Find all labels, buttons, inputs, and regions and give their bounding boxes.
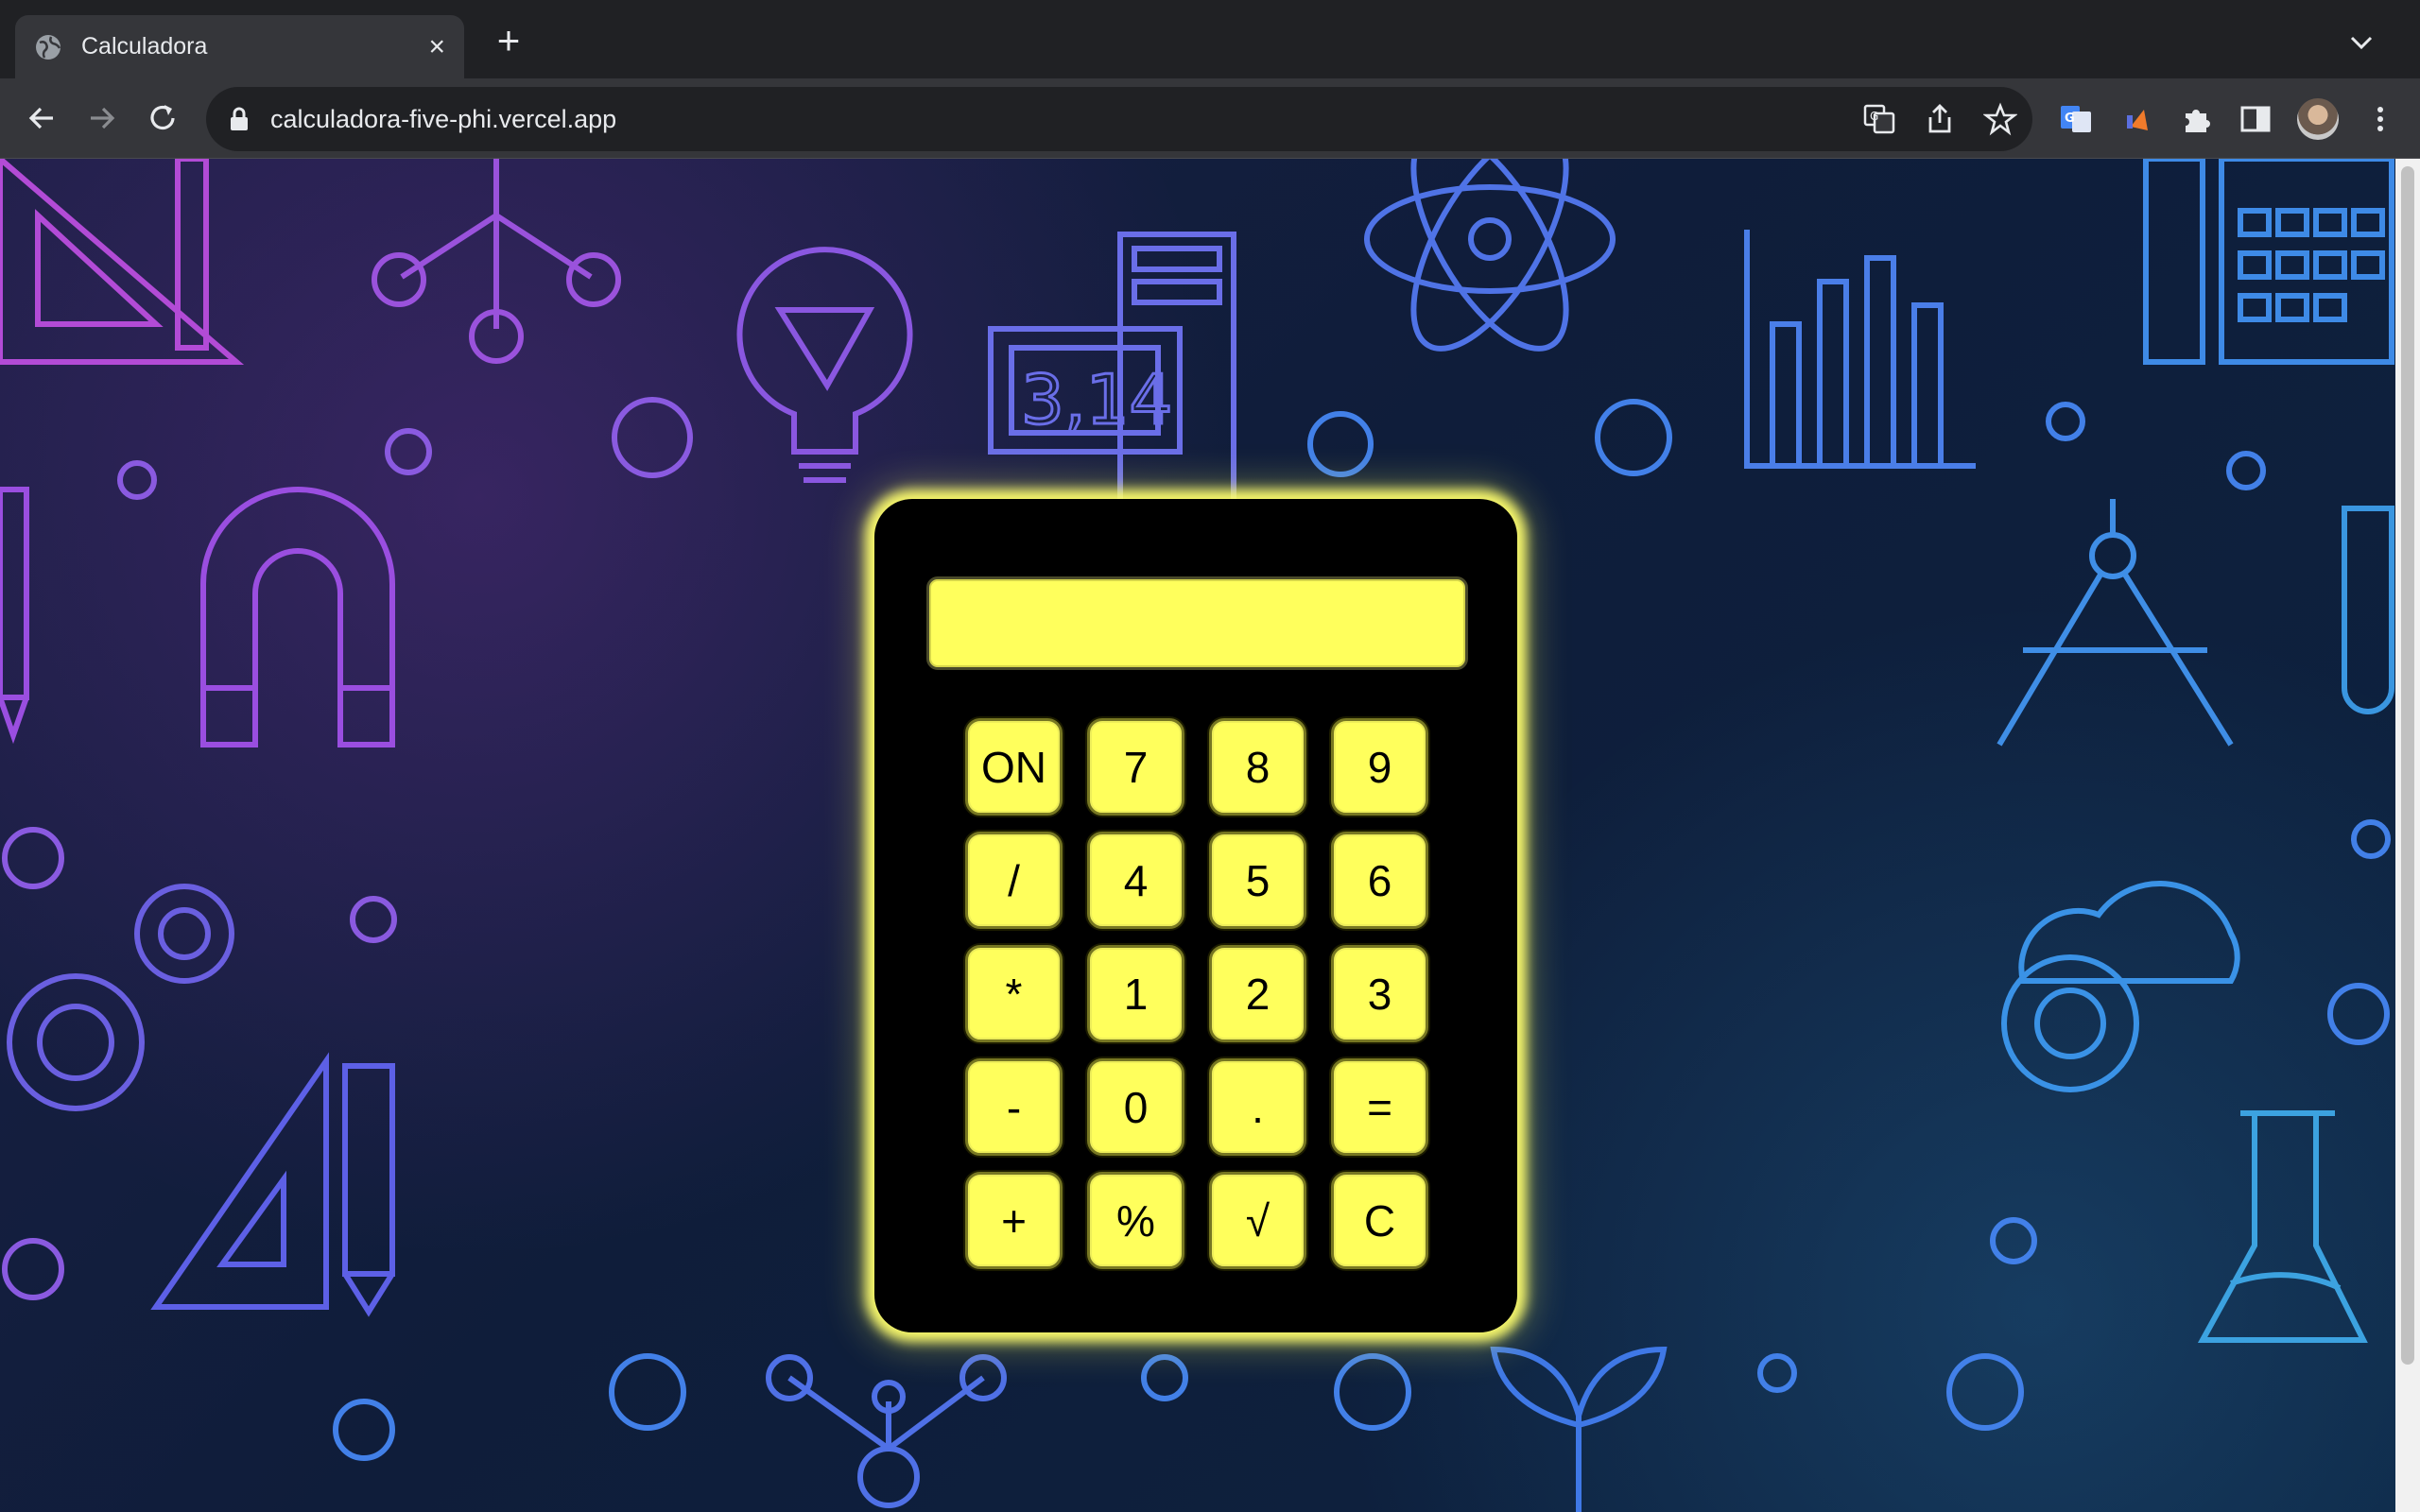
key-9[interactable]: 9 xyxy=(1331,718,1428,816)
side-panel-icon[interactable] xyxy=(2238,102,2273,136)
test-tube-icon xyxy=(2342,506,2394,714)
set-square-icon xyxy=(0,159,245,365)
address-bar[interactable]: calculadora-five-phi.vercel.app xyxy=(206,87,2032,151)
flask-icon xyxy=(2197,1110,2368,1343)
svg-text:3,14: 3,14 xyxy=(1021,360,1172,439)
atom-icon xyxy=(1364,159,1616,352)
light-bulb-icon xyxy=(736,247,913,483)
key-sqrt[interactable]: √ xyxy=(1209,1172,1306,1269)
key-2[interactable]: 2 xyxy=(1209,945,1306,1042)
star-icon[interactable] xyxy=(1983,102,2017,136)
key-clear[interactable]: C xyxy=(1331,1172,1428,1269)
translate-icon[interactable]: G xyxy=(1862,102,1896,136)
molecule-icon xyxy=(372,159,621,364)
cloud-gear-icon xyxy=(2001,881,2240,1092)
reload-icon[interactable] xyxy=(144,99,182,137)
avatar[interactable] xyxy=(2297,98,2339,140)
calculator: ON 7 8 9 / 4 5 6 * 1 2 3 - 0 . = + % √ C xyxy=(874,499,1517,1332)
scrollbar-thumb[interactable] xyxy=(2401,166,2414,1365)
plant-icon xyxy=(1490,1346,1668,1512)
key-4[interactable]: 4 xyxy=(1087,832,1184,929)
key-add[interactable]: + xyxy=(965,1172,1063,1269)
url-text: calculadora-five-phi.vercel.app xyxy=(270,104,617,133)
key-on[interactable]: ON xyxy=(965,718,1063,816)
key-percent[interactable]: % xyxy=(1087,1172,1184,1269)
magnet-icon xyxy=(200,487,395,747)
tab-close-icon[interactable]: × xyxy=(428,32,445,61)
key-1[interactable]: 1 xyxy=(1087,945,1184,1042)
key-8[interactable]: 8 xyxy=(1209,718,1306,816)
key-multiply[interactable]: * xyxy=(965,945,1063,1042)
kebab-menu-icon[interactable] xyxy=(2363,102,2397,136)
lock-icon[interactable] xyxy=(229,107,250,131)
molecule-bottom-icon xyxy=(766,1354,1007,1508)
key-6[interactable]: 6 xyxy=(1331,832,1428,929)
new-tab-button[interactable]: + xyxy=(492,21,526,60)
extension-orange-icon[interactable] xyxy=(2121,102,2155,136)
puzzle-icon[interactable] xyxy=(2180,102,2214,136)
key-divide[interactable]: / xyxy=(965,832,1063,929)
key-5[interactable]: 5 xyxy=(1209,832,1306,929)
key-equals[interactable]: = xyxy=(1331,1058,1428,1156)
pencil-icon xyxy=(0,487,29,745)
share-icon[interactable] xyxy=(1923,102,1957,136)
ruler-triangle-icon xyxy=(150,1052,395,1317)
chevron-down-icon[interactable] xyxy=(2344,28,2378,57)
google-translate-extension-icon[interactable]: G xyxy=(2059,102,2093,136)
back-arrow-icon[interactable] xyxy=(23,99,60,137)
key-7[interactable]: 7 xyxy=(1087,718,1184,816)
calculator-display[interactable] xyxy=(926,576,1468,670)
svg-text:G: G xyxy=(2065,112,2075,126)
tab-strip: Calculadora × + xyxy=(0,0,2420,78)
page-background: 3,14 ON 7 8 9 / 4 5 6 * 1 2 3 - 0 . = + … xyxy=(0,159,2395,1512)
forward-arrow-icon[interactable] xyxy=(83,99,121,137)
compass-icon xyxy=(1996,499,2234,747)
tab-title: Calculadora xyxy=(81,33,208,60)
globe-icon xyxy=(36,34,61,60)
calculator-doodle-icon xyxy=(2143,159,2394,365)
gear-icon xyxy=(7,884,234,1111)
key-0[interactable]: 0 xyxy=(1087,1058,1184,1156)
tab-calculadora[interactable]: Calculadora × xyxy=(15,15,464,78)
bar-chart-icon xyxy=(1744,230,1976,469)
key-3[interactable]: 3 xyxy=(1331,945,1428,1042)
key-subtract[interactable]: - xyxy=(965,1058,1063,1156)
key-decimal[interactable]: . xyxy=(1209,1058,1306,1156)
calculator-keypad: ON 7 8 9 / 4 5 6 * 1 2 3 - 0 . = + % √ C xyxy=(965,718,1428,1269)
svg-text:G: G xyxy=(1870,110,1878,123)
